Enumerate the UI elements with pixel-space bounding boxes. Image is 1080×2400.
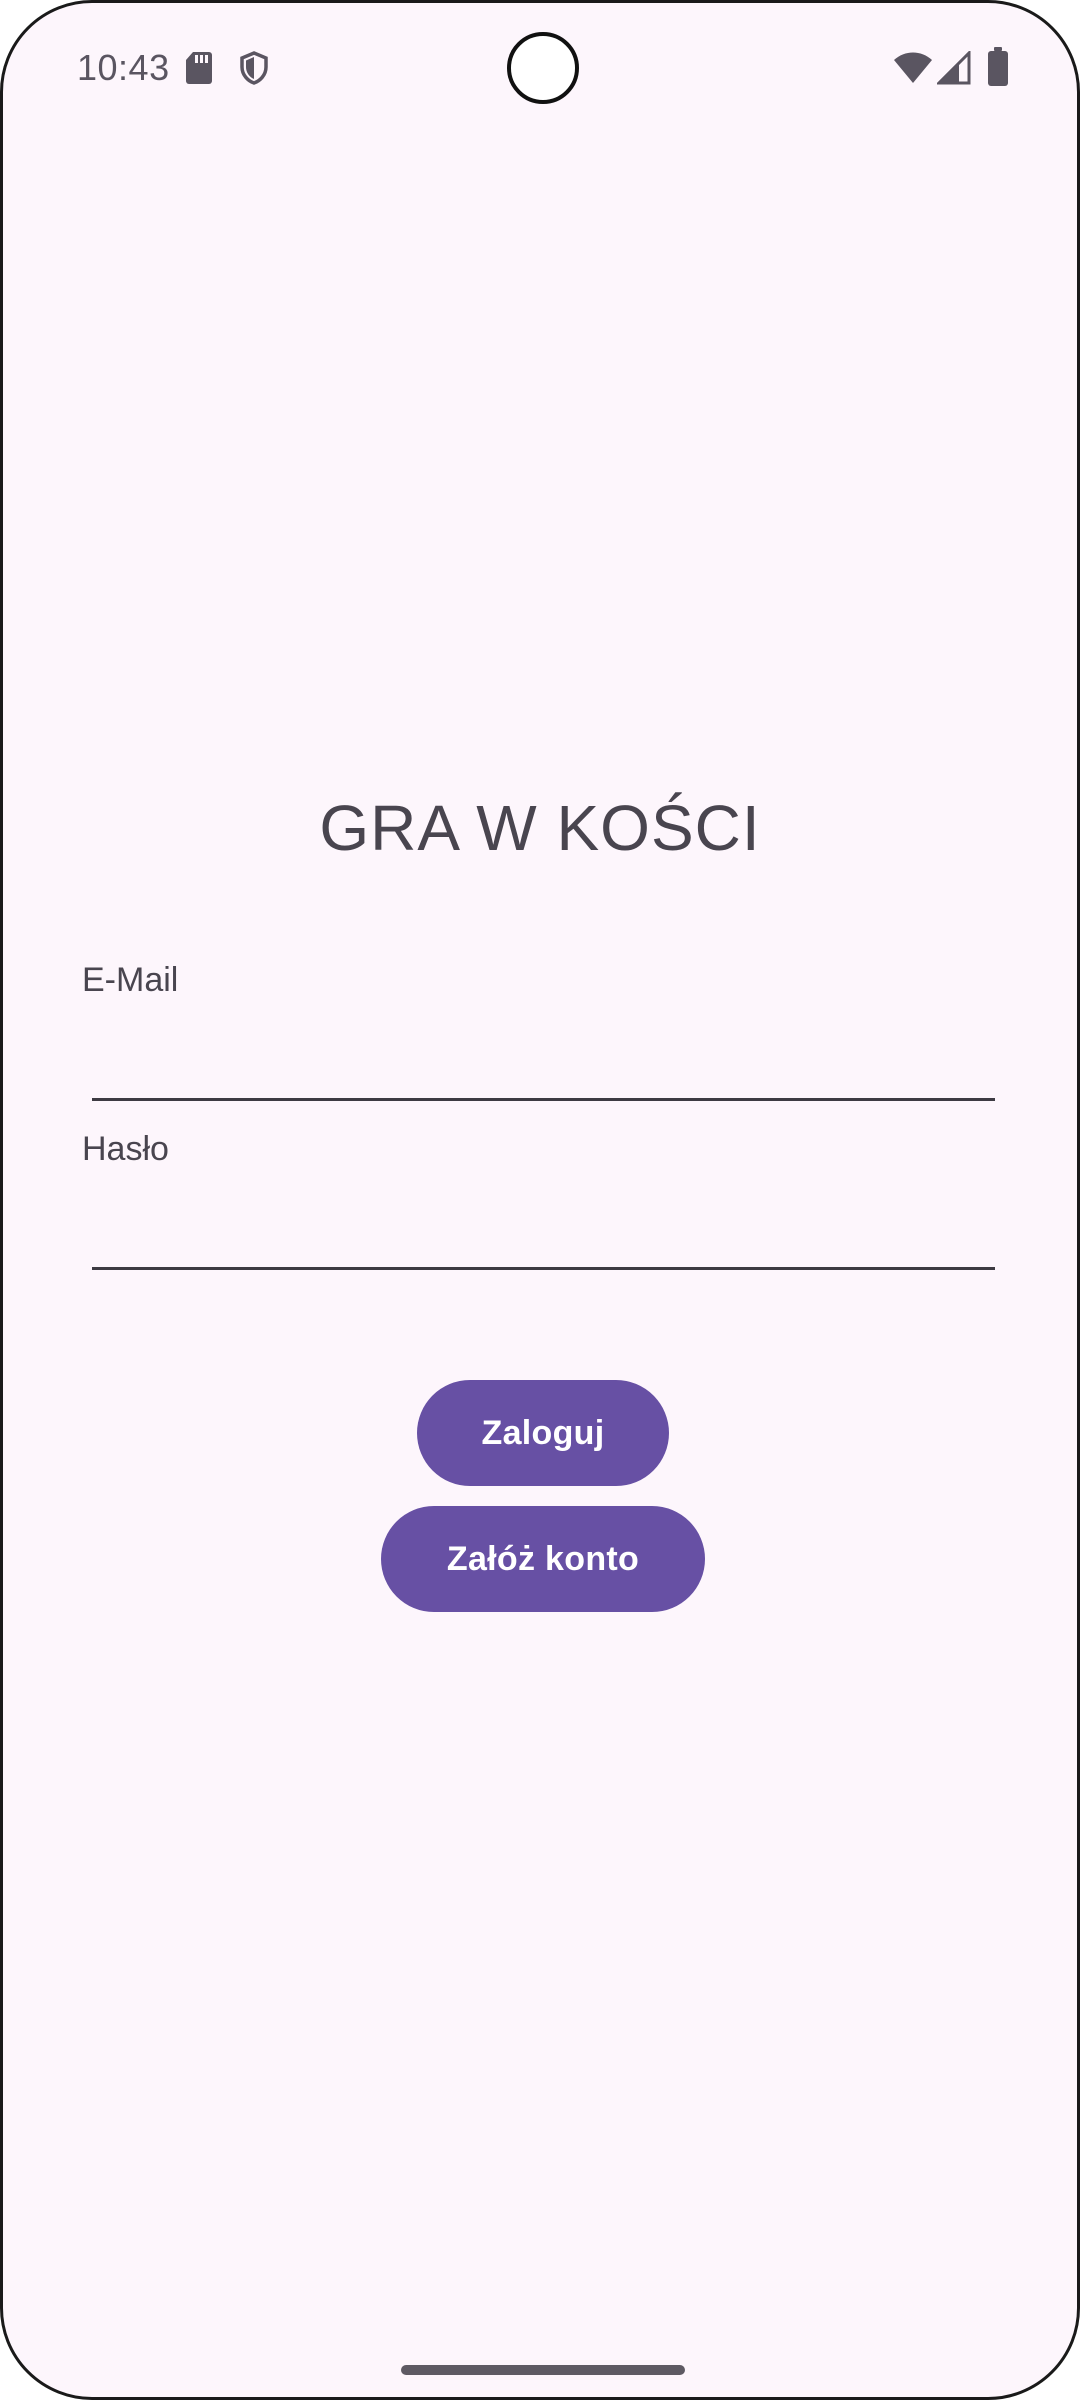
wifi-icon xyxy=(894,52,932,83)
battery-icon xyxy=(988,47,1008,86)
email-field[interactable] xyxy=(92,1025,995,1101)
login-button[interactable]: Zaloguj xyxy=(417,1380,669,1486)
create-account-button[interactable]: Załóż konto xyxy=(381,1506,705,1612)
status-bar: 10:43 xyxy=(3,3,1077,133)
phone-screen: 10:43 GRA W KOŚCI E-Mail Hasło Zaloguj Z… xyxy=(0,0,1080,2400)
status-time: 10:43 xyxy=(77,47,170,88)
sd-card-icon xyxy=(186,52,212,84)
email-label: E-Mail xyxy=(82,961,179,999)
password-field[interactable] xyxy=(92,1194,995,1270)
signal-icon xyxy=(937,51,971,85)
password-label: Hasło xyxy=(82,1130,169,1168)
page-title: GRA W KOŚCI xyxy=(319,792,761,864)
camera-cutout xyxy=(507,32,579,104)
home-indicator[interactable] xyxy=(401,2365,685,2375)
shield-icon xyxy=(240,51,268,85)
